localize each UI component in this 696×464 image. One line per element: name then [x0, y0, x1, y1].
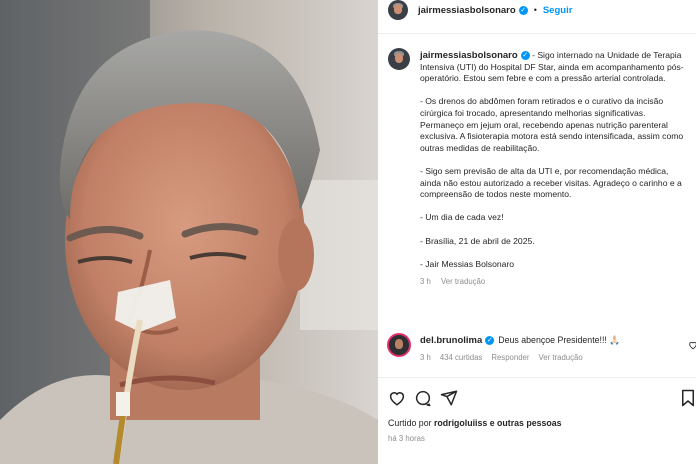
caption-username[interactable]: jairmessiasbolsonaro [420, 50, 518, 61]
heart-icon[interactable] [388, 389, 406, 407]
actions-divider [378, 377, 696, 378]
caption-translate-link[interactable]: Ver tradução [441, 277, 485, 286]
like-comment-icon[interactable] [688, 340, 696, 350]
header-divider [378, 33, 696, 34]
caption-meta: 3 h Ver tradução [420, 276, 690, 288]
caption-avatar[interactable] [388, 48, 410, 70]
commenter-username[interactable]: del.brunolima [420, 335, 482, 346]
post-caption: jairmessiasbolsonaro ✓ - Sigo internado n… [420, 50, 690, 288]
caption-time[interactable]: 3 h [420, 277, 431, 286]
verified-icon: ✓ [520, 51, 530, 61]
verified-icon: ✓ [518, 5, 528, 15]
caption-paragraph: - Um dia de cada vez! [420, 212, 504, 223]
comment: del.brunolima ✓ Deus abençoe Presidente!… [420, 335, 620, 346]
comment-reply-button[interactable]: Responder [491, 353, 529, 362]
liked-by-prefix: Curtido por [388, 418, 434, 428]
follow-button[interactable]: Seguir [543, 5, 573, 16]
caption-paragraph: - Brasília, 21 de abril de 2025. [420, 235, 535, 246]
comment-icon[interactable] [414, 389, 432, 407]
bookmark-icon[interactable] [680, 389, 696, 407]
comment-likes[interactable]: 434 curtidas [440, 353, 482, 362]
author-avatar[interactable] [388, 0, 408, 20]
author-username[interactable]: jairmessiasbolsonaro [418, 5, 516, 16]
comment-text: Deus abençoe Presidente!!! 🙏🏻 [498, 335, 621, 345]
comment-translate-link[interactable]: Ver tradução [538, 353, 582, 362]
liked-by: Curtido por rodrigoluiiss e outras pesso… [388, 418, 562, 428]
instagram-post-panel: jairmessiasbolsonaro ✓ • Seguir jairmess… [378, 0, 696, 464]
commenter-avatar[interactable] [387, 333, 411, 357]
post-header: jairmessiasbolsonaro ✓ • Seguir [418, 4, 573, 16]
caption-paragraph: - Jair Messias Bolsonaro [420, 258, 515, 269]
liked-by-user[interactable]: rodrigoluiiss [434, 418, 487, 428]
share-icon[interactable] [440, 389, 458, 407]
post-image [0, 0, 378, 464]
caption-paragraph: - Sigo sem previsão de alta da UTI e, po… [420, 165, 682, 200]
verified-icon: ✓ [485, 336, 495, 345]
liked-by-suffix[interactable]: e outras pessoas [487, 418, 562, 428]
comment-time[interactable]: 3 h [420, 353, 431, 362]
comment-meta: 3 h 434 curtidas Responder Ver tradução [420, 353, 583, 362]
post-photo [0, 0, 378, 464]
caption-paragraph: - Os drenos do abdômen foram retirados e… [420, 96, 684, 153]
post-time-ago[interactable]: há 3 horas [388, 434, 425, 443]
